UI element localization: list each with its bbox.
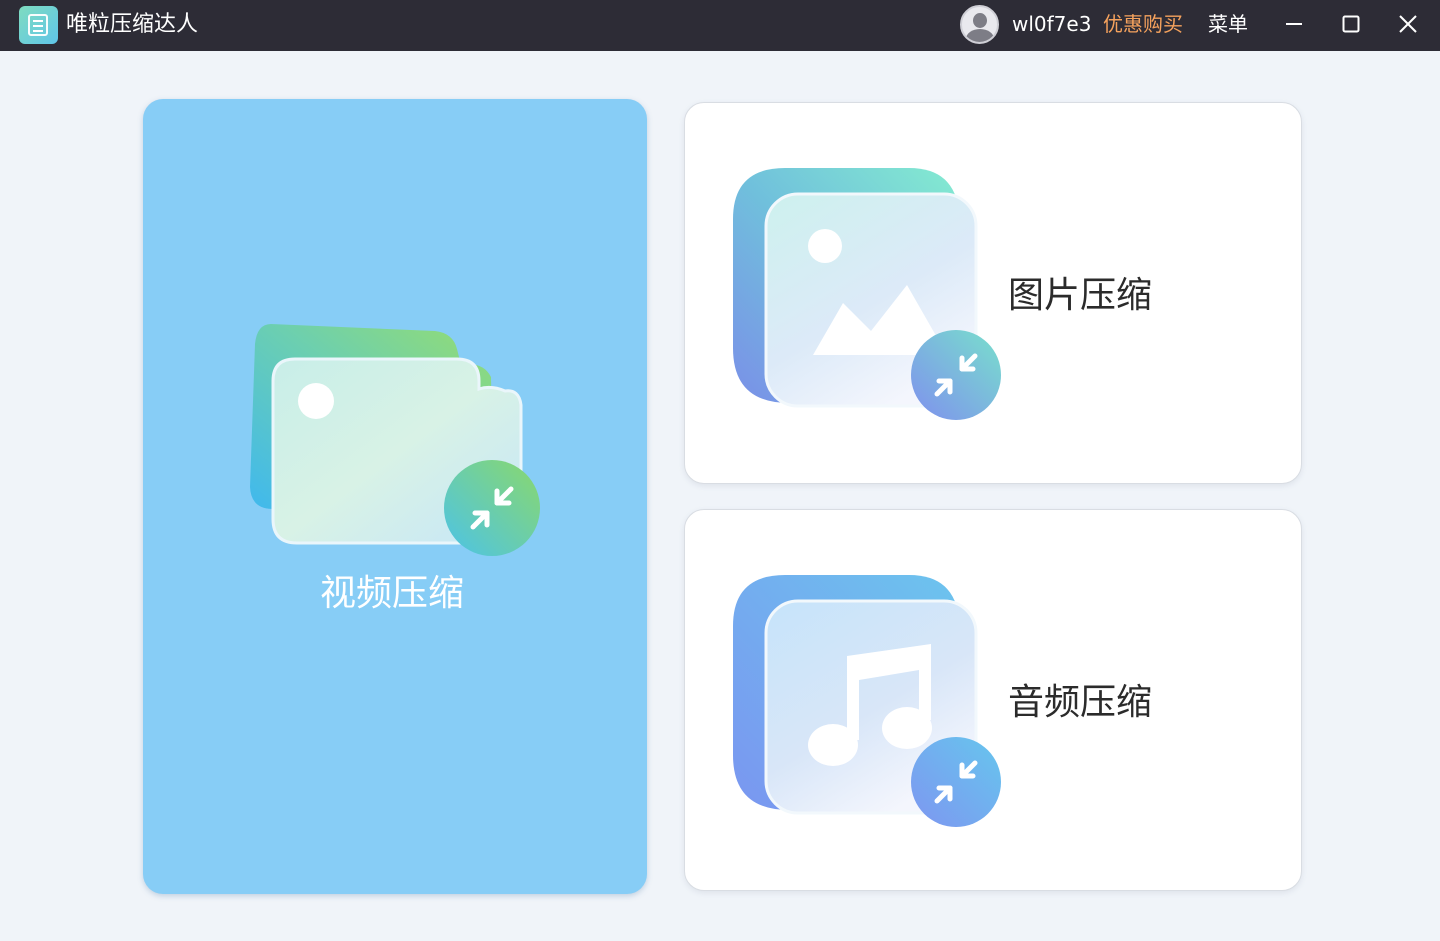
maximize-icon [1342, 15, 1360, 33]
close-icon [1399, 15, 1417, 33]
promo-purchase-link[interactable]: 优惠购买 [1103, 10, 1183, 38]
username[interactable]: wl0f7e3 [1012, 10, 1091, 38]
title-bar: 唯粒压缩达人 wl0f7e3 优惠购买 菜单 [0, 0, 1440, 51]
video-compress-label: 视频压缩 [320, 573, 465, 614]
close-button[interactable] [1391, 8, 1425, 42]
minimize-button[interactable] [1277, 8, 1311, 42]
image-file-icon [733, 168, 1001, 420]
app-title: 唯粒压缩达人 [66, 12, 199, 37]
music-file-icon [733, 575, 1001, 827]
maximize-button[interactable] [1334, 8, 1368, 42]
avatar-icon[interactable] [960, 5, 999, 44]
menu-button[interactable]: 菜单 [1208, 10, 1248, 38]
image-compress-label: 图片压缩 [1008, 275, 1153, 316]
minimize-icon [1286, 23, 1302, 25]
video-compress-card[interactable]: 视频压缩 [143, 99, 647, 894]
audio-compress-card[interactable]: 音频压缩 [684, 509, 1302, 891]
app-logo-icon [19, 6, 58, 44]
image-compress-card[interactable]: 图片压缩 [684, 102, 1302, 484]
audio-compress-label: 音频压缩 [1008, 682, 1153, 723]
video-file-icon [250, 324, 540, 556]
